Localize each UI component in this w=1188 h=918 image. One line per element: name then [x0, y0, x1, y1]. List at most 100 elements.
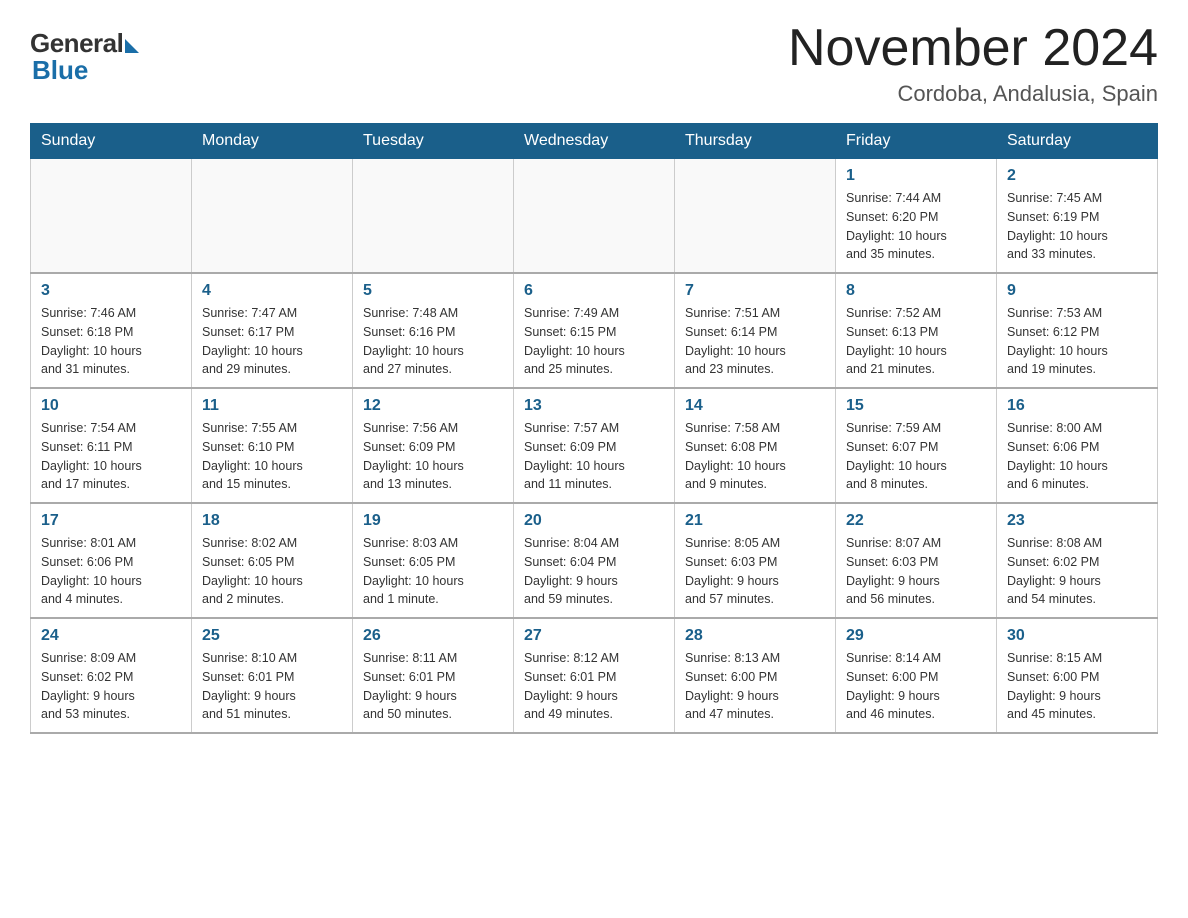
day-info: Sunrise: 7:55 AMSunset: 6:10 PMDaylight:… — [202, 419, 342, 494]
calendar-cell: 4 Sunrise: 7:47 AMSunset: 6:17 PMDaylight… — [192, 273, 353, 388]
calendar-cell: 29 Sunrise: 8:14 AMSunset: 6:00 PMDayligh… — [836, 618, 997, 733]
day-number: 2 — [1007, 167, 1147, 185]
logo: General Blue — [30, 20, 139, 86]
day-number: 3 — [41, 282, 181, 300]
day-info: Sunrise: 7:45 AMSunset: 6:19 PMDaylight:… — [1007, 189, 1147, 264]
calendar-cell: 23Sunrise: 8:08 AMSunset: 6:02 PMDayligh… — [997, 503, 1158, 618]
calendar-cell: 24 Sunrise: 8:09 AMSunset: 6:02 PMDayligh… — [31, 618, 192, 733]
day-info: Sunrise: 8:05 AMSunset: 6:03 PMDaylight:… — [685, 534, 825, 609]
calendar-cell: 12 Sunrise: 7:56 AMSunset: 6:09 PMDayligh… — [353, 388, 514, 503]
day-info: Sunrise: 7:49 AMSunset: 6:15 PMDaylight:… — [524, 304, 664, 379]
day-number: 18 — [202, 512, 342, 530]
calendar-week-2: 3 Sunrise: 7:46 AMSunset: 6:18 PMDaylight… — [31, 273, 1158, 388]
day-info: Sunrise: 7:48 AMSunset: 6:16 PMDaylight:… — [363, 304, 503, 379]
day-number: 17 — [41, 512, 181, 530]
day-info: Sunrise: 8:02 AMSunset: 6:05 PMDaylight:… — [202, 534, 342, 609]
logo-blue-text: Blue — [32, 55, 88, 86]
calendar-body: 1Sunrise: 7:44 AMSunset: 6:20 PMDaylight… — [31, 159, 1158, 734]
day-number: 10 — [41, 397, 181, 415]
day-info: Sunrise: 8:14 AMSunset: 6:00 PMDaylight:… — [846, 649, 986, 724]
calendar-week-5: 24 Sunrise: 8:09 AMSunset: 6:02 PMDayligh… — [31, 618, 1158, 733]
title-area: November 2024 Cordoba, Andalusia, Spain — [788, 20, 1158, 107]
day-number: 21 — [685, 512, 825, 530]
calendar-cell — [353, 159, 514, 274]
day-number: 11 — [202, 397, 342, 415]
day-number: 30 — [1007, 627, 1147, 645]
calendar-cell: 30 Sunrise: 8:15 AMSunset: 6:00 PMDayligh… — [997, 618, 1158, 733]
calendar-cell: 21 Sunrise: 8:05 AMSunset: 6:03 PMDayligh… — [675, 503, 836, 618]
day-info: Sunrise: 7:52 AMSunset: 6:13 PMDaylight:… — [846, 304, 986, 379]
day-info: Sunrise: 8:11 AMSunset: 6:01 PMDaylight:… — [363, 649, 503, 724]
calendar-cell: 27 Sunrise: 8:12 AMSunset: 6:01 PMDayligh… — [514, 618, 675, 733]
calendar-cell: 26Sunrise: 8:11 AMSunset: 6:01 PMDayligh… — [353, 618, 514, 733]
day-number: 7 — [685, 282, 825, 300]
day-info: Sunrise: 8:07 AMSunset: 6:03 PMDaylight:… — [846, 534, 986, 609]
weekday-header-saturday: Saturday — [997, 124, 1158, 159]
day-info: Sunrise: 7:54 AMSunset: 6:11 PMDaylight:… — [41, 419, 181, 494]
day-info: Sunrise: 8:09 AMSunset: 6:02 PMDaylight:… — [41, 649, 181, 724]
day-info: Sunrise: 7:56 AMSunset: 6:09 PMDaylight:… — [363, 419, 503, 494]
day-number: 12 — [363, 397, 503, 415]
day-number: 28 — [685, 627, 825, 645]
calendar-cell: 2 Sunrise: 7:45 AMSunset: 6:19 PMDaylight… — [997, 159, 1158, 274]
day-info: Sunrise: 7:46 AMSunset: 6:18 PMDaylight:… — [41, 304, 181, 379]
day-info: Sunrise: 7:57 AMSunset: 6:09 PMDaylight:… — [524, 419, 664, 494]
weekday-header-sunday: Sunday — [31, 124, 192, 159]
day-number: 15 — [846, 397, 986, 415]
day-info: Sunrise: 7:58 AMSunset: 6:08 PMDaylight:… — [685, 419, 825, 494]
calendar-cell: 6 Sunrise: 7:49 AMSunset: 6:15 PMDaylight… — [514, 273, 675, 388]
calendar-cell: 28 Sunrise: 8:13 AMSunset: 6:00 PMDayligh… — [675, 618, 836, 733]
day-number: 9 — [1007, 282, 1147, 300]
day-number: 8 — [846, 282, 986, 300]
day-info: Sunrise: 8:13 AMSunset: 6:00 PMDaylight:… — [685, 649, 825, 724]
day-number: 29 — [846, 627, 986, 645]
day-info: Sunrise: 7:47 AMSunset: 6:17 PMDaylight:… — [202, 304, 342, 379]
day-number: 16 — [1007, 397, 1147, 415]
logo-arrow-icon — [125, 39, 139, 53]
weekday-header-thursday: Thursday — [675, 124, 836, 159]
calendar-cell — [31, 159, 192, 274]
day-number: 27 — [524, 627, 664, 645]
day-number: 6 — [524, 282, 664, 300]
day-info: Sunrise: 8:12 AMSunset: 6:01 PMDaylight:… — [524, 649, 664, 724]
calendar-cell: 1Sunrise: 7:44 AMSunset: 6:20 PMDaylight… — [836, 159, 997, 274]
calendar-cell: 13 Sunrise: 7:57 AMSunset: 6:09 PMDayligh… — [514, 388, 675, 503]
calendar-cell: 16 Sunrise: 8:00 AMSunset: 6:06 PMDayligh… — [997, 388, 1158, 503]
calendar-cell — [675, 159, 836, 274]
day-info: Sunrise: 7:51 AMSunset: 6:14 PMDaylight:… — [685, 304, 825, 379]
day-number: 25 — [202, 627, 342, 645]
calendar-cell — [514, 159, 675, 274]
calendar-cell: 17Sunrise: 8:01 AMSunset: 6:06 PMDayligh… — [31, 503, 192, 618]
day-info: Sunrise: 8:00 AMSunset: 6:06 PMDaylight:… — [1007, 419, 1147, 494]
calendar-cell: 14 Sunrise: 7:58 AMSunset: 6:08 PMDayligh… — [675, 388, 836, 503]
page-header: General Blue November 2024 Cordoba, Anda… — [30, 20, 1158, 107]
weekday-header-wednesday: Wednesday — [514, 124, 675, 159]
calendar-cell: 8 Sunrise: 7:52 AMSunset: 6:13 PMDaylight… — [836, 273, 997, 388]
calendar-week-4: 17Sunrise: 8:01 AMSunset: 6:06 PMDayligh… — [31, 503, 1158, 618]
day-number: 4 — [202, 282, 342, 300]
day-number: 14 — [685, 397, 825, 415]
weekday-row: SundayMondayTuesdayWednesdayThursdayFrid… — [31, 124, 1158, 159]
month-title: November 2024 — [788, 20, 1158, 77]
day-number: 22 — [846, 512, 986, 530]
day-number: 19 — [363, 512, 503, 530]
day-number: 23 — [1007, 512, 1147, 530]
calendar-cell: 18 Sunrise: 8:02 AMSunset: 6:05 PMDayligh… — [192, 503, 353, 618]
calendar-cell: 22 Sunrise: 8:07 AMSunset: 6:03 PMDayligh… — [836, 503, 997, 618]
day-info: Sunrise: 7:59 AMSunset: 6:07 PMDaylight:… — [846, 419, 986, 494]
calendar-cell: 25Sunrise: 8:10 AMSunset: 6:01 PMDayligh… — [192, 618, 353, 733]
day-number: 24 — [41, 627, 181, 645]
calendar-cell: 10 Sunrise: 7:54 AMSunset: 6:11 PMDayligh… — [31, 388, 192, 503]
calendar-cell: 5 Sunrise: 7:48 AMSunset: 6:16 PMDaylight… — [353, 273, 514, 388]
weekday-header-friday: Friday — [836, 124, 997, 159]
calendar-week-3: 10 Sunrise: 7:54 AMSunset: 6:11 PMDayligh… — [31, 388, 1158, 503]
calendar-cell: 9Sunrise: 7:53 AMSunset: 6:12 PMDaylight… — [997, 273, 1158, 388]
calendar-cell: 7 Sunrise: 7:51 AMSunset: 6:14 PMDaylight… — [675, 273, 836, 388]
calendar-header: SundayMondayTuesdayWednesdayThursdayFrid… — [31, 124, 1158, 159]
day-number: 20 — [524, 512, 664, 530]
day-info: Sunrise: 8:03 AMSunset: 6:05 PMDaylight:… — [363, 534, 503, 609]
day-info: Sunrise: 8:15 AMSunset: 6:00 PMDaylight:… — [1007, 649, 1147, 724]
day-number: 5 — [363, 282, 503, 300]
calendar-cell: 11 Sunrise: 7:55 AMSunset: 6:10 PMDayligh… — [192, 388, 353, 503]
day-number: 13 — [524, 397, 664, 415]
